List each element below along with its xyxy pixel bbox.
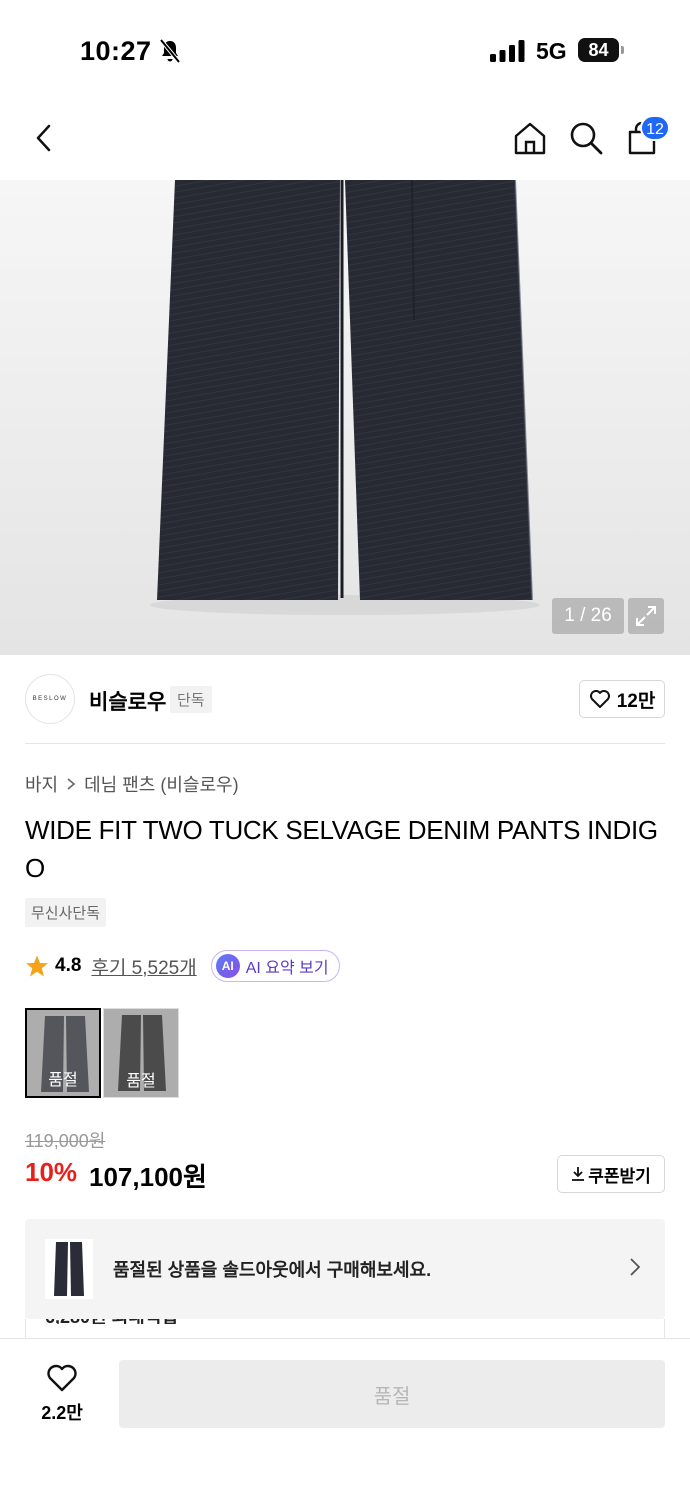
signal-icon: [490, 40, 525, 62]
breadcrumb-subcategory[interactable]: 데님 팬츠 (비슬로우): [84, 771, 238, 797]
product-title: WIDE FIT TWO TUCK SELVAGE DENIM PANTS IN…: [25, 815, 658, 883]
purchase-button-label: 품절: [373, 1385, 411, 1408]
star-icon: [26, 955, 48, 977]
brand-name[interactable]: 비슬로우: [89, 686, 166, 716]
wishlist-count: 2.2만: [41, 1403, 83, 1423]
review-count-link[interactable]: 후기 5,525개: [91, 953, 196, 980]
ai-icon: AI: [215, 954, 240, 978]
battery-level: 84: [578, 38, 619, 62]
option-status: 품절: [48, 1072, 78, 1089]
ai-summary-button[interactable]: AI AI 요약 보기: [210, 950, 340, 982]
brand-like-button[interactable]: 12만: [579, 680, 665, 718]
chevron-right-icon: [630, 1258, 641, 1276]
chevron-right-icon: [67, 778, 76, 790]
option-status: 품절: [126, 1073, 156, 1090]
divider: [25, 743, 665, 744]
bottom-action-bar: 2.2만 품절: [0, 1338, 690, 1500]
soldout-banner-text: 품절된 상품을 솔드아웃에서 구매해보세요.: [113, 1260, 432, 1280]
search-icon: [570, 122, 603, 155]
option-swatch-black[interactable]: 품절: [103, 1008, 179, 1098]
chevron-left-icon: [36, 124, 51, 152]
exclusive-tag: 무신사단독: [25, 898, 107, 927]
option-swatch-indigo[interactable]: 품절: [25, 1008, 101, 1098]
soldout-purchase-button[interactable]: 품절: [119, 1360, 665, 1428]
brand-logo[interactable]: BESLOW: [25, 674, 75, 724]
expand-image-button[interactable]: [628, 598, 664, 634]
heart-icon: [47, 1364, 77, 1392]
rating-value: 4.8: [55, 955, 82, 976]
back-button[interactable]: [24, 116, 64, 160]
status-time: 10:27: [80, 36, 152, 66]
expand-icon: [636, 606, 656, 626]
sale-price: 107,100원: [89, 1162, 207, 1192]
pants-thumb-icon: [54, 1242, 84, 1296]
brand-logo-text: BESLOW: [32, 696, 68, 702]
cart-count-badge: 12: [640, 115, 670, 141]
image-counter: 1 / 26: [552, 598, 624, 634]
banner-thumbnail: [45, 1239, 93, 1299]
denim-pants-image: [150, 180, 540, 615]
heart-icon: [589, 690, 610, 708]
product-image[interactable]: [0, 180, 690, 655]
breadcrumb: 바지 데님 팬츠 (비슬로우): [25, 771, 239, 797]
original-price: 119,000원: [25, 1131, 106, 1151]
bell-muted-icon: [159, 38, 181, 64]
home-icon: [514, 122, 546, 155]
brand-like-count: 12만: [616, 690, 656, 712]
network-type: 5G: [536, 38, 567, 64]
breadcrumb-category[interactable]: 바지: [25, 771, 58, 797]
home-button[interactable]: [510, 116, 550, 160]
discount-rate: 10%: [25, 1157, 78, 1187]
status-bar: 10:27 5G 84: [0, 0, 690, 100]
search-button[interactable]: [566, 116, 606, 160]
top-nav: [0, 100, 690, 180]
download-icon: [572, 1167, 585, 1181]
rating-row: 4.8 후기 5,525개 AI AI 요약 보기: [25, 950, 340, 982]
coupon-label: 쿠폰받기: [588, 1166, 651, 1186]
wishlist-button[interactable]: 2.2만: [30, 1363, 94, 1433]
ai-summary-label: AI 요약 보기: [245, 960, 329, 977]
coupon-download-button[interactable]: 쿠폰받기: [557, 1155, 665, 1193]
battery-icon: 84: [578, 38, 624, 62]
brand-exclusive-tag: 단독: [170, 686, 212, 713]
soldout-banner[interactable]: 품절된 상품을 솔드아웃에서 구매해보세요.: [25, 1219, 665, 1319]
